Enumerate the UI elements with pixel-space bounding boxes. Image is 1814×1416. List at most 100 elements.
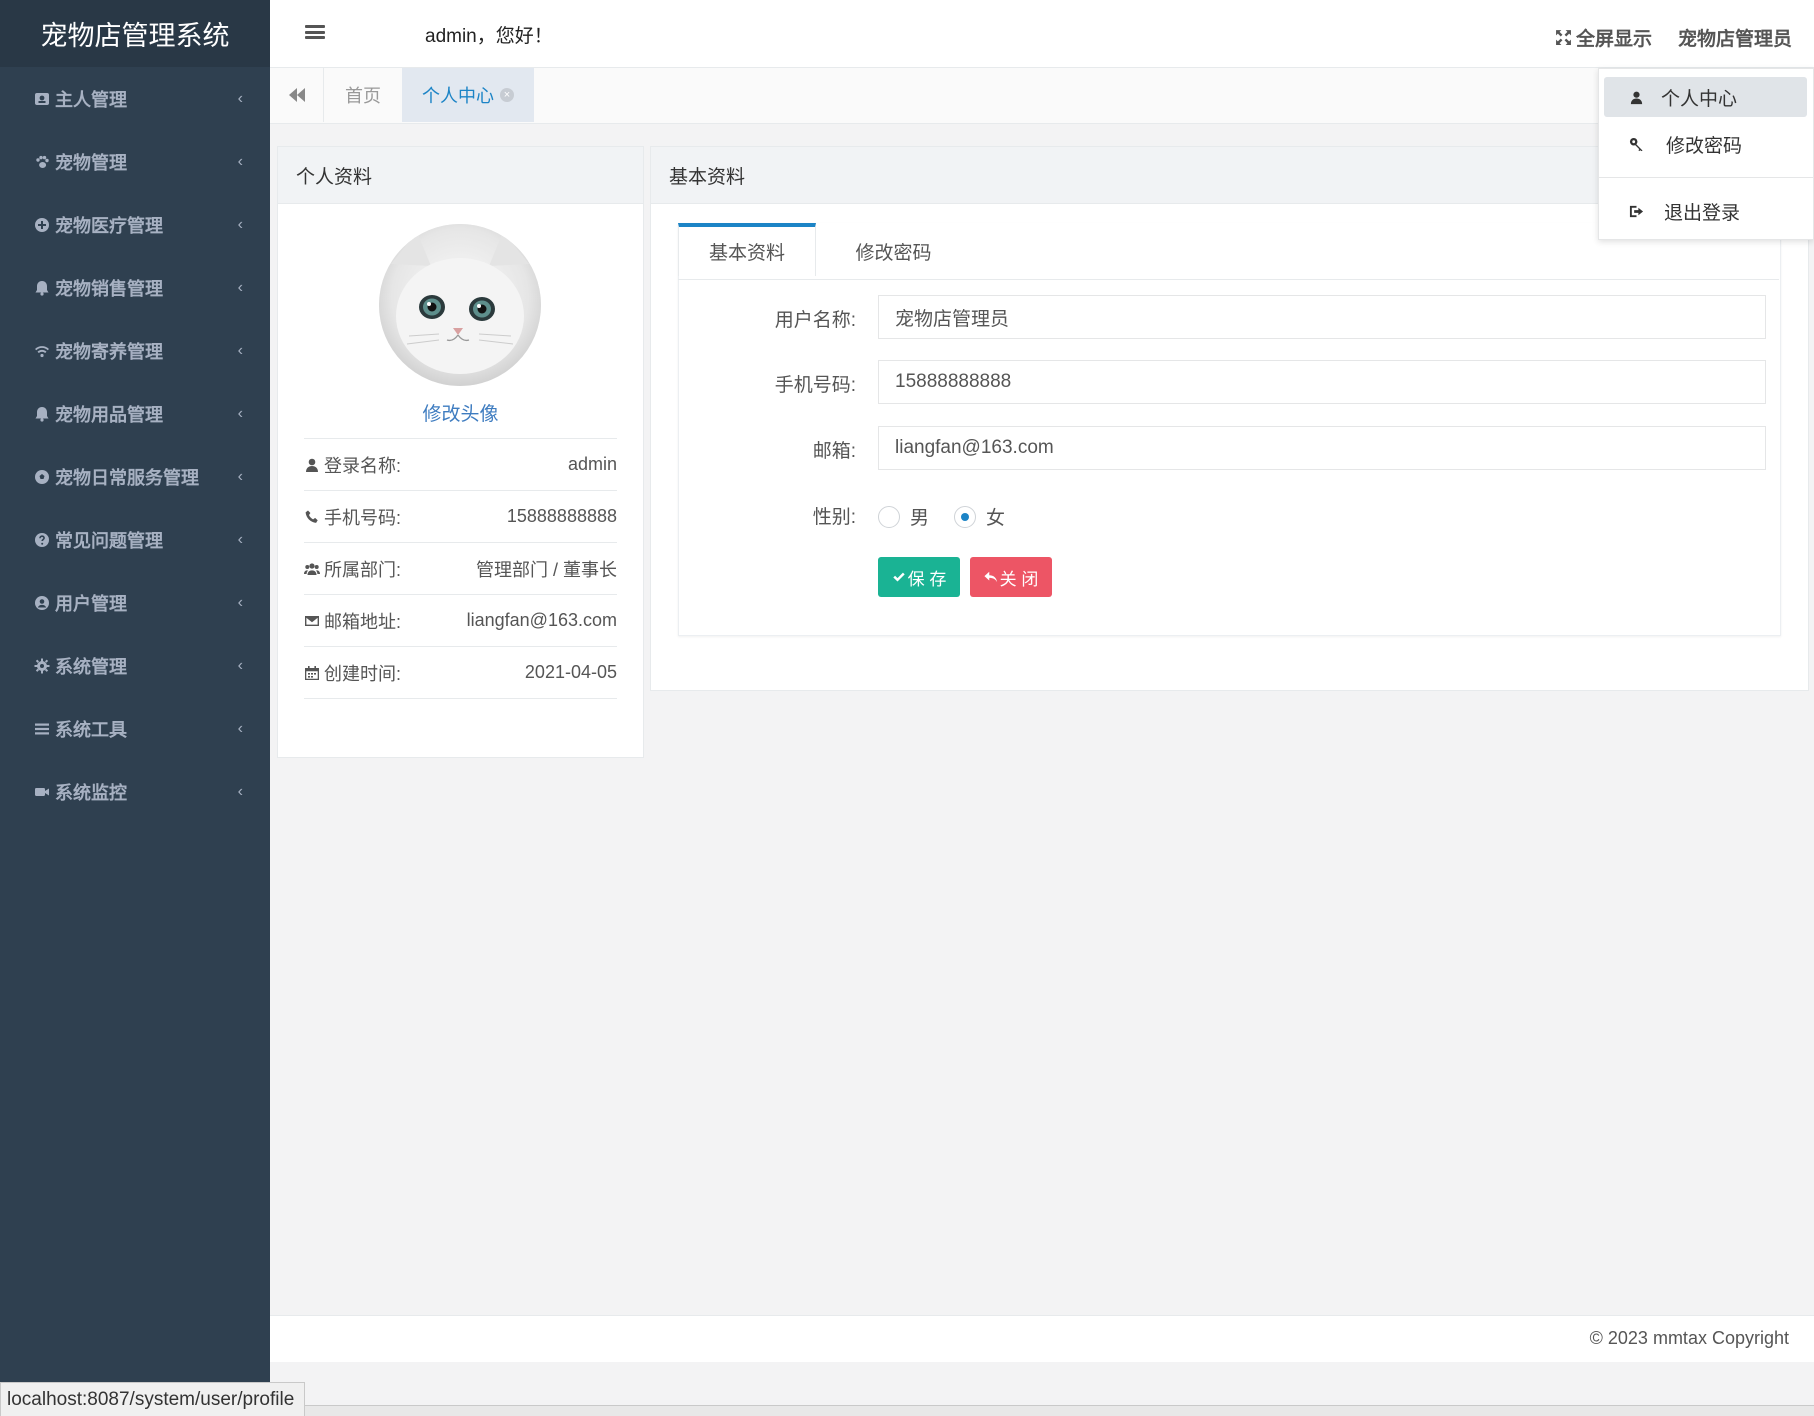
sidebar-item-system[interactable]: 系统管理 ‹	[0, 634, 270, 697]
menu-item-change-password[interactable]: 修改密码	[1604, 124, 1807, 164]
form-row-username: 用户名称:	[678, 295, 1779, 341]
sidebar-item-label: 宠物医疗管理	[55, 215, 163, 236]
menu-item-profile[interactable]: 个人中心	[1604, 77, 1807, 117]
wifi-icon	[33, 342, 51, 360]
save-button[interactable]: 保 存	[878, 557, 960, 597]
tab-change-password[interactable]: 修改密码	[816, 223, 971, 279]
radio-label: 男	[910, 508, 930, 529]
sidebar-item-label: 宠物管理	[55, 152, 127, 173]
sidebar-menu: 主人管理 ‹ 宠物管理 ‹ 宠物医疗管理 ‹ 宠物销售管理 ‹ 宠物寄养管理 ‹…	[0, 67, 270, 823]
sidebar-item-supplies[interactable]: 宠物用品管理 ‹	[0, 382, 270, 445]
radio-circle-selected	[954, 505, 976, 528]
bell-icon	[33, 405, 51, 423]
list-item: 邮箱地址: liangfan@163.com	[304, 595, 617, 647]
tab-profile[interactable]: 个人中心 ×	[402, 68, 534, 122]
page-tabs-bar: 首页 个人中心 ×	[270, 68, 1814, 124]
row-value: liangfan@163.com	[466, 610, 617, 630]
close-tab-icon[interactable]: ×	[500, 88, 514, 102]
change-avatar-link[interactable]: 修改头像	[278, 399, 643, 426]
row-label: 登录名称:	[324, 455, 402, 476]
chevron-left-icon: ‹	[237, 719, 243, 737]
gender-male-radio[interactable]: 男	[878, 503, 929, 530]
gear-icon	[33, 657, 51, 675]
row-value: 2021-04-05	[524, 662, 617, 682]
sidebar-item-users[interactable]: 用户管理 ‹	[0, 571, 270, 634]
bell-icon	[33, 279, 51, 297]
phone-field[interactable]	[878, 360, 1766, 404]
username-label: 用户名称:	[774, 309, 856, 331]
browser-status-url: localhost:8087/system/user/profile	[0, 1382, 306, 1416]
sidebar-item-label: 宠物销售管理	[55, 278, 163, 299]
tab-home[interactable]: 首页	[324, 68, 403, 122]
chevron-left-icon: ‹	[237, 278, 243, 296]
tab-basic-info[interactable]: 基本资料	[678, 223, 816, 276]
sidebar-item-label: 宠物用品管理	[55, 404, 163, 425]
sidebar-item-tools[interactable]: 系统工具 ‹	[0, 697, 270, 760]
menu-item-logout[interactable]: 退出登录	[1604, 191, 1807, 231]
chevron-left-icon: ‹	[237, 152, 243, 170]
sidebar-item-daily-service[interactable]: 宠物日常服务管理 ‹	[0, 445, 270, 508]
form-row-phone: 手机号码:	[678, 360, 1779, 406]
greeting-text: admin，您好！	[425, 26, 553, 47]
username-field[interactable]	[878, 295, 1766, 339]
sidebar-item-label: 宠物日常服务管理	[55, 467, 199, 488]
sidebar-item-label: 系统管理	[55, 656, 127, 677]
row-value: admin	[567, 454, 617, 474]
chevron-left-icon: ‹	[237, 215, 243, 233]
list-item: 所属部门: 管理部门 / 董事长	[304, 543, 617, 595]
sidebar-item-boarding[interactable]: 宠物寄养管理 ‹	[0, 319, 270, 382]
fullscreen-button[interactable]: 全屏显示	[1555, 24, 1652, 51]
form-row-email: 邮箱:	[678, 426, 1779, 472]
sidebar-item-sales[interactable]: 宠物销售管理 ‹	[0, 256, 270, 319]
gender-label: 性别:	[812, 506, 856, 528]
bars-icon	[33, 720, 51, 738]
copyright-text: © 2023 mmtax Copyright	[1589, 1328, 1789, 1348]
chevron-left-icon: ‹	[237, 530, 243, 548]
row-label: 创建时间:	[324, 663, 402, 684]
sidebar-item-label: 系统工具	[55, 719, 127, 740]
profile-card-title: 个人资料	[278, 147, 643, 204]
close-label: 关 闭	[999, 569, 1039, 589]
phone-icon	[305, 510, 318, 523]
menu-item-label: 个人中心	[1661, 88, 1738, 110]
profile-info-list: 登录名称: admin 手机号码: 15888888888 所属部门: 管理部门…	[304, 438, 617, 699]
sidebar-item-label: 用户管理	[55, 593, 127, 614]
expand-icon	[1556, 30, 1571, 45]
save-label: 保 存	[907, 569, 947, 589]
chevron-left-icon: ‹	[237, 782, 243, 800]
menu-item-label: 退出登录	[1664, 202, 1741, 224]
chevron-left-icon: ‹	[237, 404, 243, 422]
email-field[interactable]	[878, 426, 1766, 470]
menu-toggle-icon[interactable]	[305, 22, 325, 42]
row-label: 邮箱地址:	[324, 611, 402, 632]
chevron-left-icon: ‹	[237, 467, 243, 485]
menu-divider	[1599, 177, 1813, 178]
footer: © 2023 mmtax Copyright	[270, 1315, 1814, 1362]
list-item: 登录名称: admin	[304, 439, 617, 491]
check-icon	[892, 572, 905, 582]
row-value: 管理部门 / 董事长	[475, 559, 617, 580]
sidebar-item-faq[interactable]: 常见问题管理 ‹	[0, 508, 270, 571]
radio-circle	[878, 505, 900, 528]
tabs-scroll-left-button[interactable]	[270, 68, 324, 122]
row-label: 所属部门:	[324, 559, 402, 580]
sidebar-item-pet[interactable]: 宠物管理 ‹	[0, 130, 270, 193]
gender-female-radio[interactable]: 女	[954, 503, 1005, 530]
sidebar-item-monitor[interactable]: 系统监控 ‹	[0, 760, 270, 823]
sidebar-item-label: 主人管理	[55, 89, 127, 110]
list-item: 创建时间: 2021-04-05	[304, 647, 617, 699]
question-circle-icon	[33, 531, 51, 549]
close-button[interactable]: 关 闭	[970, 557, 1052, 597]
chevron-left-icon: ‹	[237, 341, 243, 359]
row-value: 15888888888	[506, 506, 617, 526]
chevron-left-icon: ‹	[237, 593, 243, 611]
sidebar-item-medical[interactable]: 宠物医疗管理 ‹	[0, 193, 270, 256]
form-row-gender: 性别: 男 女	[678, 492, 1779, 538]
user-circle-icon	[33, 594, 51, 612]
user-menu-toggle[interactable]: 宠物店管理员	[1678, 24, 1792, 51]
sidebar: 宠物店管理系统 主人管理 ‹ 宠物管理 ‹ 宠物医疗管理 ‹ 宠物销售管理 ‹ …	[0, 0, 270, 1415]
row-label: 手机号码:	[324, 507, 402, 528]
sidebar-item-label: 宠物寄养管理	[55, 341, 163, 362]
menu-item-label: 修改密码	[1666, 135, 1743, 157]
sidebar-item-owner[interactable]: 主人管理 ‹	[0, 67, 270, 130]
